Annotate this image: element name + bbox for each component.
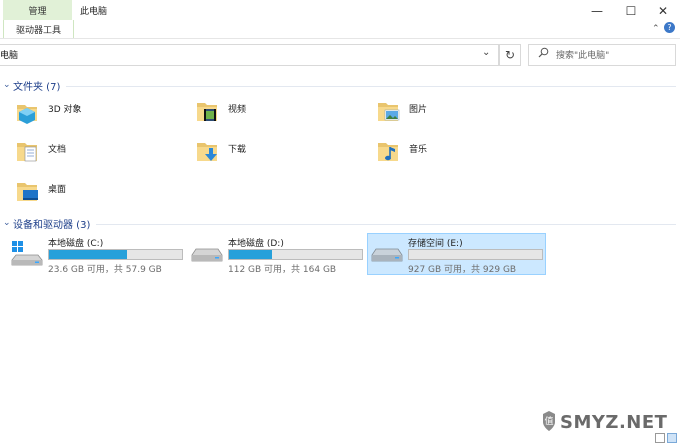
drive-name: 本地磁盘 (C:) — [48, 239, 104, 249]
search-icon — [538, 47, 549, 61]
folder-label: 图片 — [409, 105, 428, 115]
ribbon-tab-drive-tools-label: 驱动器工具 — [15, 25, 61, 36]
folder-label: 下载 — [228, 145, 247, 155]
folder-item-3d-objects[interactable]: 3D 对象 — [12, 96, 182, 132]
drive-usage-bar — [408, 249, 543, 260]
group-divider — [96, 224, 676, 225]
address-bar[interactable] — [0, 44, 499, 66]
drive-name: 存储空间 (E:) — [408, 239, 463, 249]
music-folder-icon — [378, 143, 398, 161]
address-path: 电脑 — [0, 51, 19, 61]
drive-usage-bar — [228, 249, 363, 260]
drive-usage-fill — [229, 250, 272, 259]
folder-item-desktop[interactable]: 桌面 — [12, 176, 182, 212]
drive-free-space: 112 GB 可用，共 164 GB — [228, 265, 337, 275]
pictures-folder-icon — [378, 103, 400, 121]
ribbon-divider — [0, 38, 680, 39]
collapse-chevron-icon[interactable]: ⌄ — [3, 80, 11, 90]
details-view-toggle[interactable] — [655, 433, 665, 443]
refresh-icon: ↻ — [504, 48, 516, 62]
folder-label: 文档 — [48, 145, 67, 155]
drive-item-d[interactable]: 本地磁盘 (D:) 112 GB 可用，共 164 GB — [188, 233, 366, 275]
folder-label: 桌面 — [48, 185, 67, 195]
documents-folder-icon — [17, 143, 37, 162]
drive-usage-fill — [49, 250, 128, 259]
window-title: 此电脑 — [80, 7, 108, 17]
maximize-button[interactable]: ☐ — [614, 0, 648, 22]
system-drive-icon — [11, 241, 43, 266]
drive-free-space: 927 GB 可用，共 929 GB — [408, 265, 517, 275]
help-icon[interactable]: ? — [664, 22, 675, 33]
group-title-folders[interactable]: 文件夹 (7) — [13, 78, 60, 93]
drive-item-e[interactable]: 存储空间 (E:) 927 GB 可用，共 929 GB — [368, 233, 544, 275]
close-button[interactable]: ✕ — [646, 0, 680, 22]
address-dropdown-chevron-icon[interactable]: ⌄ — [482, 47, 490, 58]
folder-item-downloads[interactable]: 下载 — [192, 136, 362, 172]
drive-item-c[interactable]: 本地磁盘 (C:) 23.6 GB 可用，共 57.9 GB — [8, 233, 186, 275]
folder-item-documents[interactable]: 文档 — [12, 136, 182, 172]
large-icons-view-toggle[interactable] — [667, 433, 677, 443]
hard-drive-icon — [191, 248, 223, 262]
group-divider — [66, 86, 676, 87]
drive-usage-bar — [48, 249, 183, 260]
ribbon-tab-manage[interactable]: 管理 — [3, 0, 72, 20]
watermark-logo-icon: 值 — [543, 411, 555, 431]
video-folder-icon — [197, 103, 217, 121]
collapse-chevron-icon[interactable]: ⌄ — [3, 218, 11, 228]
folder-label: 视频 — [228, 105, 247, 115]
3d-objects-icon — [17, 105, 37, 124]
minimize-button[interactable]: — — [580, 0, 614, 22]
storage-space-drive-icon — [371, 248, 403, 262]
folder-label: 3D 对象 — [48, 105, 82, 115]
search-placeholder: 搜索"此电脑" — [556, 51, 610, 61]
folder-label: 音乐 — [409, 145, 428, 155]
drive-name: 本地磁盘 (D:) — [228, 239, 284, 249]
refresh-button[interactable]: ↻ — [499, 44, 521, 66]
drive-free-space: 23.6 GB 可用，共 57.9 GB — [48, 265, 162, 275]
desktop-folder-icon — [17, 183, 38, 201]
folder-item-music[interactable]: 音乐 — [373, 136, 543, 172]
ribbon-tab-drive-tools[interactable]: 驱动器工具 — [3, 20, 74, 38]
downloads-folder-icon — [197, 143, 217, 161]
svg-text:值: 值 — [544, 415, 553, 427]
watermark-text: SMYZ.NET — [560, 412, 668, 433]
ribbon-tab-manage-label: 管理 — [28, 6, 47, 17]
group-title-drives[interactable]: 设备和驱动器 (3) — [13, 216, 90, 231]
collapse-ribbon-chevron-icon[interactable]: ⌃ — [652, 24, 660, 34]
folder-item-videos[interactable]: 视频 — [192, 96, 362, 132]
folder-item-pictures[interactable]: 图片 — [373, 96, 543, 132]
